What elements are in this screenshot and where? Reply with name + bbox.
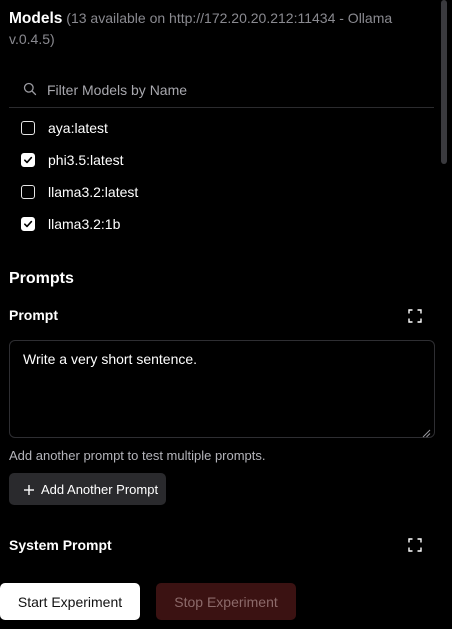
models-availability-text: (13 available on http://172.20.20.212:11… [9, 10, 393, 47]
model-filter [9, 76, 434, 108]
models-header: Models (13 available on http://172.20.20… [9, 8, 429, 49]
model-label: phi3.5:latest [48, 152, 124, 168]
add-another-prompt-button[interactable]: Add Another Prompt [9, 473, 166, 505]
expand-icon[interactable] [408, 538, 422, 552]
model-item-llama3-2-latest[interactable]: llama3.2:latest [21, 181, 271, 203]
helper-text: Add another prompt to test multiple prom… [9, 448, 266, 463]
start-experiment-label: Start Experiment [17, 593, 123, 610]
model-label: llama3.2:1b [48, 216, 121, 232]
start-experiment-button[interactable]: Start Experiment [0, 583, 140, 620]
plus-icon [23, 483, 35, 495]
prompt-textarea[interactable]: Write a very short sentence. [9, 340, 435, 438]
model-checkbox[interactable] [21, 121, 35, 135]
prompts-section-title: Prompts [9, 270, 74, 287]
model-checkbox[interactable] [21, 217, 35, 231]
expand-icon[interactable] [408, 309, 422, 323]
model-item-phi3-5-latest[interactable]: phi3.5:latest [21, 149, 271, 171]
check-icon [23, 220, 33, 228]
models-title: Models [9, 10, 63, 27]
resize-handle-icon[interactable] [422, 425, 431, 438]
model-item-aya-latest[interactable]: aya:latest [21, 117, 271, 139]
prompt-label: Prompt [9, 307, 58, 323]
filter-models-input[interactable] [45, 79, 429, 101]
model-label: llama3.2:latest [48, 184, 139, 200]
model-item-llama3-2-1b[interactable]: llama3.2:1b [21, 213, 271, 235]
model-checkbox[interactable] [21, 153, 35, 167]
search-icon [23, 82, 37, 96]
model-label: aya:latest [48, 120, 108, 136]
stop-experiment-label: Stop Experiment [174, 593, 278, 610]
add-another-prompt-label: Add Another Prompt [41, 481, 159, 497]
check-icon [23, 156, 33, 164]
scrollbar-thumb[interactable] [441, 0, 447, 164]
model-checkbox[interactable] [21, 185, 35, 199]
stop-experiment-button[interactable]: Stop Experiment [156, 583, 296, 620]
prompt-text: Write a very short sentence. [23, 351, 198, 367]
system-prompt-label: System Prompt [9, 537, 112, 553]
